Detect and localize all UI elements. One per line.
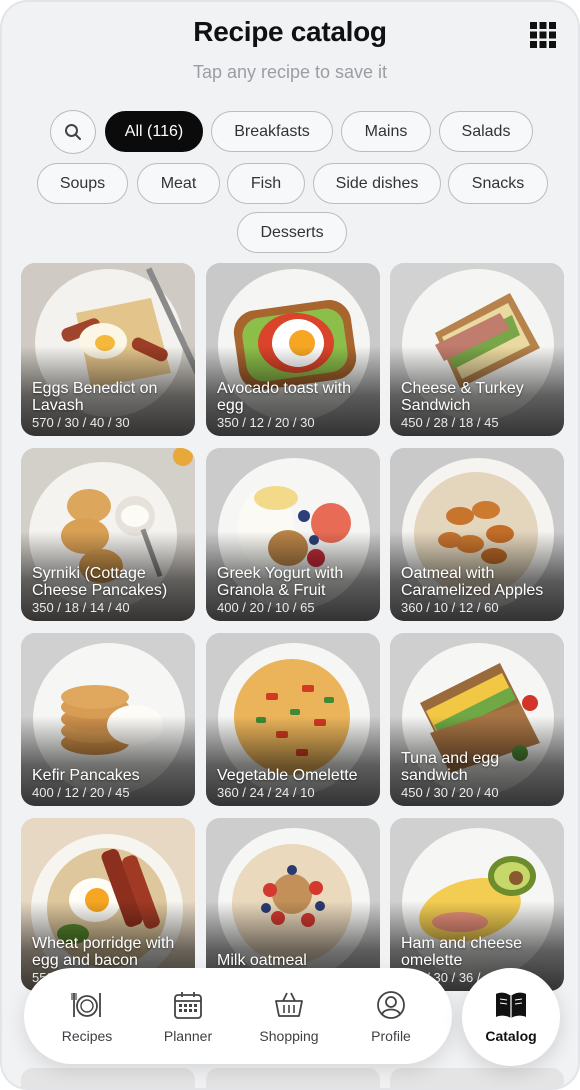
app-screen: Recipe catalog Tap any recipe to save it… [0, 0, 580, 1090]
recipe-card[interactable]: Tuna and egg sandwich 450 / 30 / 20 / 40 [390, 633, 564, 806]
recipe-name: Cheese & Turkey Sandwich [401, 380, 524, 414]
nav-label: Planner [163, 1027, 213, 1044]
recipe-name: Oatmeal with Caramelized Apples [401, 565, 544, 599]
nav-catalog[interactable]: Catalog [462, 968, 560, 1066]
filter-chip-desserts[interactable]: Desserts [237, 212, 347, 253]
recipe-card[interactable]: Cheese & Turkey Sandwich 450 / 28 / 18 /… [390, 263, 564, 436]
recipe-card[interactable]: Greek Yogurt with Granola & Fruit 400 / … [206, 448, 380, 621]
filter-chip-fish[interactable]: Fish [227, 163, 305, 204]
recipe-card[interactable]: Vegetable Omelette 360 / 24 / 24 / 10 [206, 633, 380, 806]
filter-chip-snacks[interactable]: Snacks [448, 163, 548, 204]
recipe-card[interactable]: Milk oatmeal [206, 818, 380, 991]
recipe-name: Greek Yogurt with Granola & Fruit [217, 565, 344, 599]
filter-chip-breakfasts[interactable]: Breakfasts [211, 111, 333, 152]
recipe-card[interactable]: Ham and cheese omelette 400 / 30 / 36 / [390, 818, 564, 991]
recipe-name: Tuna and egg sandwich [401, 750, 500, 784]
nav-shopping[interactable]: Shopping [246, 968, 332, 1064]
filter-chip-all[interactable]: All (116) [105, 111, 203, 152]
profile-icon [377, 990, 405, 1019]
filter-chip-soups[interactable]: Soups [37, 163, 128, 204]
recipe-card[interactable]: Oatmeal with Caramelized Apples 360 / 10… [390, 448, 564, 621]
recipe-name: Syrniki (Cottage Cheese Pancakes) [32, 565, 168, 599]
recipe-card[interactable]: Wheat porridge with egg and bacon 550 [21, 818, 195, 991]
nav-profile[interactable]: Profile [348, 968, 434, 1064]
filter-chip-salads[interactable]: Salads [439, 111, 533, 152]
recipe-name: Avocado toast with egg [217, 380, 352, 414]
recipe-macros: 450 / 30 / 20 / 40 [401, 785, 499, 800]
recipe-card-peek [206, 1068, 380, 1088]
page-title: Recipe catalog [193, 16, 387, 47]
search-icon [65, 124, 81, 140]
book-icon [496, 992, 526, 1018]
calendar-icon [174, 991, 202, 1019]
recipe-card[interactable]: Avocado toast with egg 350 / 12 / 20 / 3… [206, 263, 380, 436]
recipe-name: Wheat porridge with egg and bacon [32, 935, 175, 969]
recipe-macros: 450 / 28 / 18 / 45 [401, 415, 499, 430]
grid-icon[interactable] [530, 22, 556, 48]
filter-chip-side-dishes[interactable]: Side dishes [313, 163, 441, 204]
recipe-macros: 350 / 12 / 20 / 30 [217, 415, 315, 430]
recipe-name: Milk oatmeal [217, 952, 307, 969]
recipe-macros: 400 / 20 / 10 / 65 [217, 600, 315, 615]
filter-chip-mains[interactable]: Mains [341, 111, 431, 152]
nav-label: Profile [371, 1027, 411, 1044]
filter-chip-meat[interactable]: Meat [137, 163, 220, 204]
recipe-name: Kefir Pancakes [32, 767, 140, 784]
recipe-macros: 360 / 10 / 12 / 60 [401, 600, 499, 615]
nav-label: Recipes [61, 1027, 113, 1044]
recipe-card[interactable]: Syrniki (Cottage Cheese Pancakes) 350 / … [21, 448, 195, 621]
recipe-macros: 400 / 12 / 20 / 45 [32, 785, 130, 800]
nav-planner[interactable]: Planner [145, 968, 231, 1064]
recipe-macros: 570 / 30 / 40 / 30 [32, 415, 130, 430]
recipe-macros: 360 / 24 / 24 / 10 [217, 785, 315, 800]
recipe-name: Vegetable Omelette [217, 767, 358, 784]
nav-label: Catalog [485, 1028, 537, 1044]
recipe-name: Eggs Benedict on Lavash [32, 380, 158, 414]
bottom-nav: Recipes Planner Shopping Profile [24, 968, 452, 1064]
plate-icon [71, 992, 101, 1017]
nav-recipes[interactable]: Recipes [44, 968, 130, 1064]
recipe-name: Ham and cheese omelette [401, 935, 522, 969]
nav-label: Shopping [259, 1027, 319, 1044]
recipe-card[interactable]: Kefir Pancakes 400 / 12 / 20 / 45 [21, 633, 195, 806]
page-subtitle: Tap any recipe to save it [192, 62, 388, 82]
recipe-card[interactable]: Eggs Benedict on Lavash 570 / 30 / 40 / … [21, 263, 195, 436]
recipe-card-peek [21, 1068, 195, 1088]
recipe-card-peek [390, 1068, 564, 1088]
search-button[interactable] [50, 110, 96, 154]
recipe-macros: 350 / 18 / 14 / 40 [32, 600, 130, 615]
basket-icon [275, 992, 303, 1017]
